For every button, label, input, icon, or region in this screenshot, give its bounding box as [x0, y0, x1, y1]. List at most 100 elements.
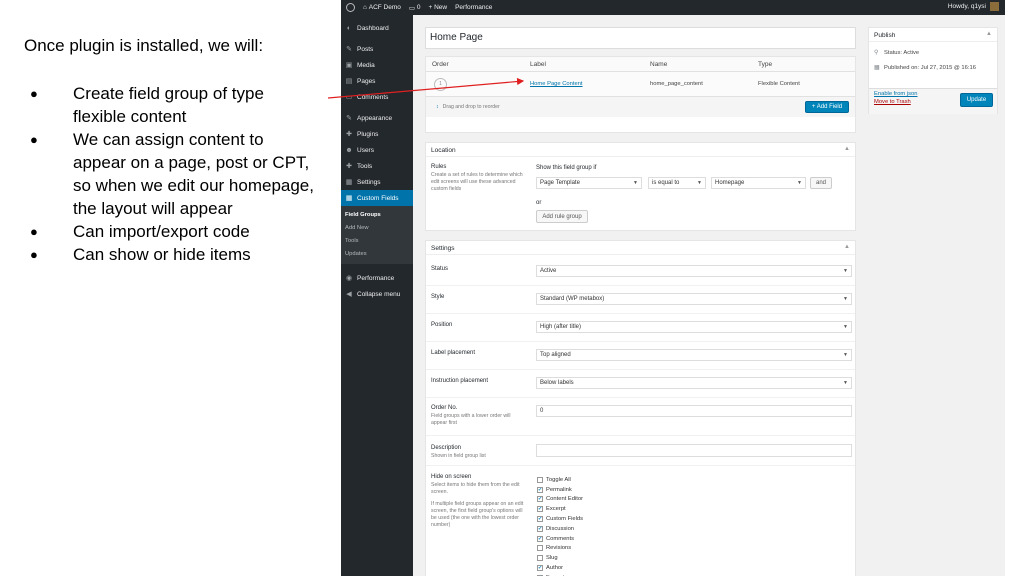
sidebar-item-settings[interactable]: ▦ Settings	[341, 174, 413, 190]
submenu-add-new[interactable]: Add New	[341, 222, 413, 235]
field-label-link[interactable]: Home Page Content	[530, 81, 583, 87]
settings-panel-header[interactable]: Settings ▲	[426, 241, 855, 255]
submenu-tools[interactable]: Tools	[341, 235, 413, 248]
checkbox-row[interactable]: Revisions	[537, 544, 585, 554]
checkbox-unchecked-icon[interactable]	[537, 555, 543, 562]
title-input[interactable]: Home Page	[425, 27, 856, 49]
panel-toggle-icon[interactable]: ▲	[844, 146, 850, 152]
table-row[interactable]: 1 Home Page Content home_page_content Fl…	[426, 72, 855, 97]
description-label-block: Description Shown in field group list	[431, 445, 528, 460]
checkbox-row[interactable]: ✔ Author	[537, 563, 585, 573]
sidebar-item-custom-fields[interactable]: ▦ Custom Fields	[341, 190, 413, 206]
sidebar-item-appearance[interactable]: ✎ Appearance	[341, 110, 413, 126]
collapse-menu[interactable]: ◀ Collapse menu	[341, 286, 413, 302]
checkbox-label: Revisions	[546, 545, 572, 552]
label-placement-select[interactable]: Top aligned ▼	[536, 349, 852, 361]
sidebar-item-media[interactable]: ▣ Media	[341, 57, 413, 73]
checkbox-row[interactable]: Toggle All	[537, 475, 585, 485]
sidebar-item-performance[interactable]: ◉ Performance	[341, 270, 413, 286]
rule-param-select[interactable]: Page Template ▼	[536, 177, 642, 189]
update-button[interactable]: Update	[960, 93, 993, 107]
settings-icon: ▦	[345, 179, 353, 186]
description-label: Description	[431, 445, 462, 451]
submenu-updates[interactable]: Updates	[341, 248, 413, 261]
position-select[interactable]: High (after title) ▼	[536, 321, 852, 333]
admin-bar: ⌂ ACF Demo ▭ 0 + New Performance Howdy, …	[341, 0, 1005, 15]
checkbox-checked-icon[interactable]: ✔	[537, 506, 543, 513]
site-name[interactable]: ACF Demo	[369, 4, 401, 11]
move-to-trash-link[interactable]: Move to Trash	[874, 99, 911, 105]
order-label: Order No.	[431, 405, 458, 411]
sidebar-item-posts[interactable]: ✎ Posts	[341, 41, 413, 57]
checkbox-unchecked-icon[interactable]	[537, 476, 543, 483]
admin-bar-comments[interactable]: ▭ 0	[409, 4, 421, 12]
plugin-icon: ✚	[346, 131, 352, 138]
sidebar-item-plugins[interactable]: ✚ Plugins	[341, 126, 413, 142]
panel-toggle-icon[interactable]: ▲	[844, 244, 850, 250]
add-rule-group-button[interactable]: Add rule group	[536, 210, 588, 223]
checkbox-checked-icon[interactable]: ✔	[537, 565, 543, 572]
column-header-name: Name	[650, 60, 668, 68]
and-button[interactable]: and	[810, 177, 832, 189]
checkbox-row[interactable]: ✔ Content Editor	[537, 495, 585, 505]
sidebar-item-pages[interactable]: ▤ Pages	[341, 73, 413, 89]
add-field-button[interactable]: + Add Field	[805, 101, 849, 113]
instruction-placement-select[interactable]: Below labels ▼	[536, 377, 852, 389]
dashboard-icon: ◐	[346, 24, 352, 32]
checkbox-row[interactable]: ✔ Permalink	[537, 485, 585, 495]
checkbox-row[interactable]: Slug	[537, 553, 585, 563]
sidebar-item-label: Dashboard	[357, 24, 389, 32]
collapse-icon: ◀	[346, 291, 352, 298]
field-order-handle[interactable]: 1	[434, 77, 447, 91]
checkbox-row[interactable]: ✔ Custom Fields	[537, 514, 585, 524]
chevron-down-icon: ▼	[633, 180, 638, 186]
enable-from-json-link[interactable]: Enable from json	[874, 91, 918, 97]
rule-value-select[interactable]: Homepage ▼	[711, 177, 806, 189]
checkbox-row[interactable]: ✔ Discussion	[537, 524, 585, 534]
checkbox-row[interactable]: ✔ Excerpt	[537, 504, 585, 514]
brush-icon: ✎	[346, 115, 352, 122]
rule-operator-select[interactable]: is equal to ▼	[648, 177, 706, 189]
sidebar-item-tools[interactable]: ✚ Tools	[341, 158, 413, 174]
location-panel-header[interactable]: Location ▲	[426, 143, 855, 157]
order-description: Field groups with a lower order will app…	[431, 413, 511, 426]
checkbox-label: Comments	[546, 535, 575, 542]
status-text: Status: Active	[884, 49, 920, 56]
checkbox-label: Author	[546, 565, 564, 572]
submenu-field-groups[interactable]: Field Groups	[341, 209, 413, 222]
comment-count: 0	[416, 4, 421, 11]
sidebar-item-label: Performance	[357, 274, 395, 282]
publish-panel: Publish ▲ ⚲ Status: Active ▦ Published on: …	[868, 27, 998, 114]
order-number-input[interactable]: 0	[536, 405, 852, 417]
admin-bar-home-icon[interactable]: ⌂ ACF Demo	[363, 4, 401, 11]
checkbox-checked-icon[interactable]: ✔	[537, 486, 543, 493]
bullet-item: Create field group of type flexible cont…	[30, 82, 320, 128]
description-input[interactable]	[536, 444, 852, 457]
checkbox-checked-icon[interactable]: ✔	[537, 496, 543, 503]
status-label: Status	[431, 266, 449, 272]
fields-table-header: Order Label Name Type	[426, 57, 855, 72]
checkbox-checked-icon[interactable]: ✔	[537, 535, 543, 542]
select-value: Top aligned	[540, 352, 571, 358]
bullet-item: Can import/export code	[30, 220, 320, 243]
pages-icon: ▤	[345, 78, 353, 85]
sidebar-item-label: Comments	[357, 93, 389, 101]
sidebar-item-dashboard[interactable]: ◐ Dashboard	[341, 20, 413, 36]
wordpress-logo-icon[interactable]	[346, 3, 355, 12]
admin-bar-performance[interactable]: Performance	[455, 4, 492, 11]
style-select[interactable]: Standard (WP metabox) ▼	[536, 293, 852, 305]
sidebar-item-label: Plugins	[357, 130, 379, 138]
admin-bar-new[interactable]: + New	[428, 4, 447, 11]
checkbox-checked-icon[interactable]: ✔	[537, 525, 543, 532]
checkbox-unchecked-icon[interactable]	[537, 545, 543, 552]
chevron-down-icon: ▼	[843, 352, 848, 358]
status-select[interactable]: Active ▼	[536, 265, 852, 277]
checkbox-checked-icon[interactable]: ✔	[537, 516, 543, 523]
publish-panel-header[interactable]: Publish ▲	[869, 28, 997, 42]
checkbox-row[interactable]: ✔ Comments	[537, 534, 585, 544]
sidebar-item-users[interactable]: ☻ Users	[341, 142, 413, 158]
sidebar-item-label: Tools	[357, 162, 373, 170]
admin-bar-account[interactable]: Howdy, q1ysi	[948, 2, 999, 11]
sidebar-item-comments[interactable]: ▭ Comments	[341, 89, 413, 105]
panel-toggle-icon[interactable]: ▲	[986, 31, 992, 37]
